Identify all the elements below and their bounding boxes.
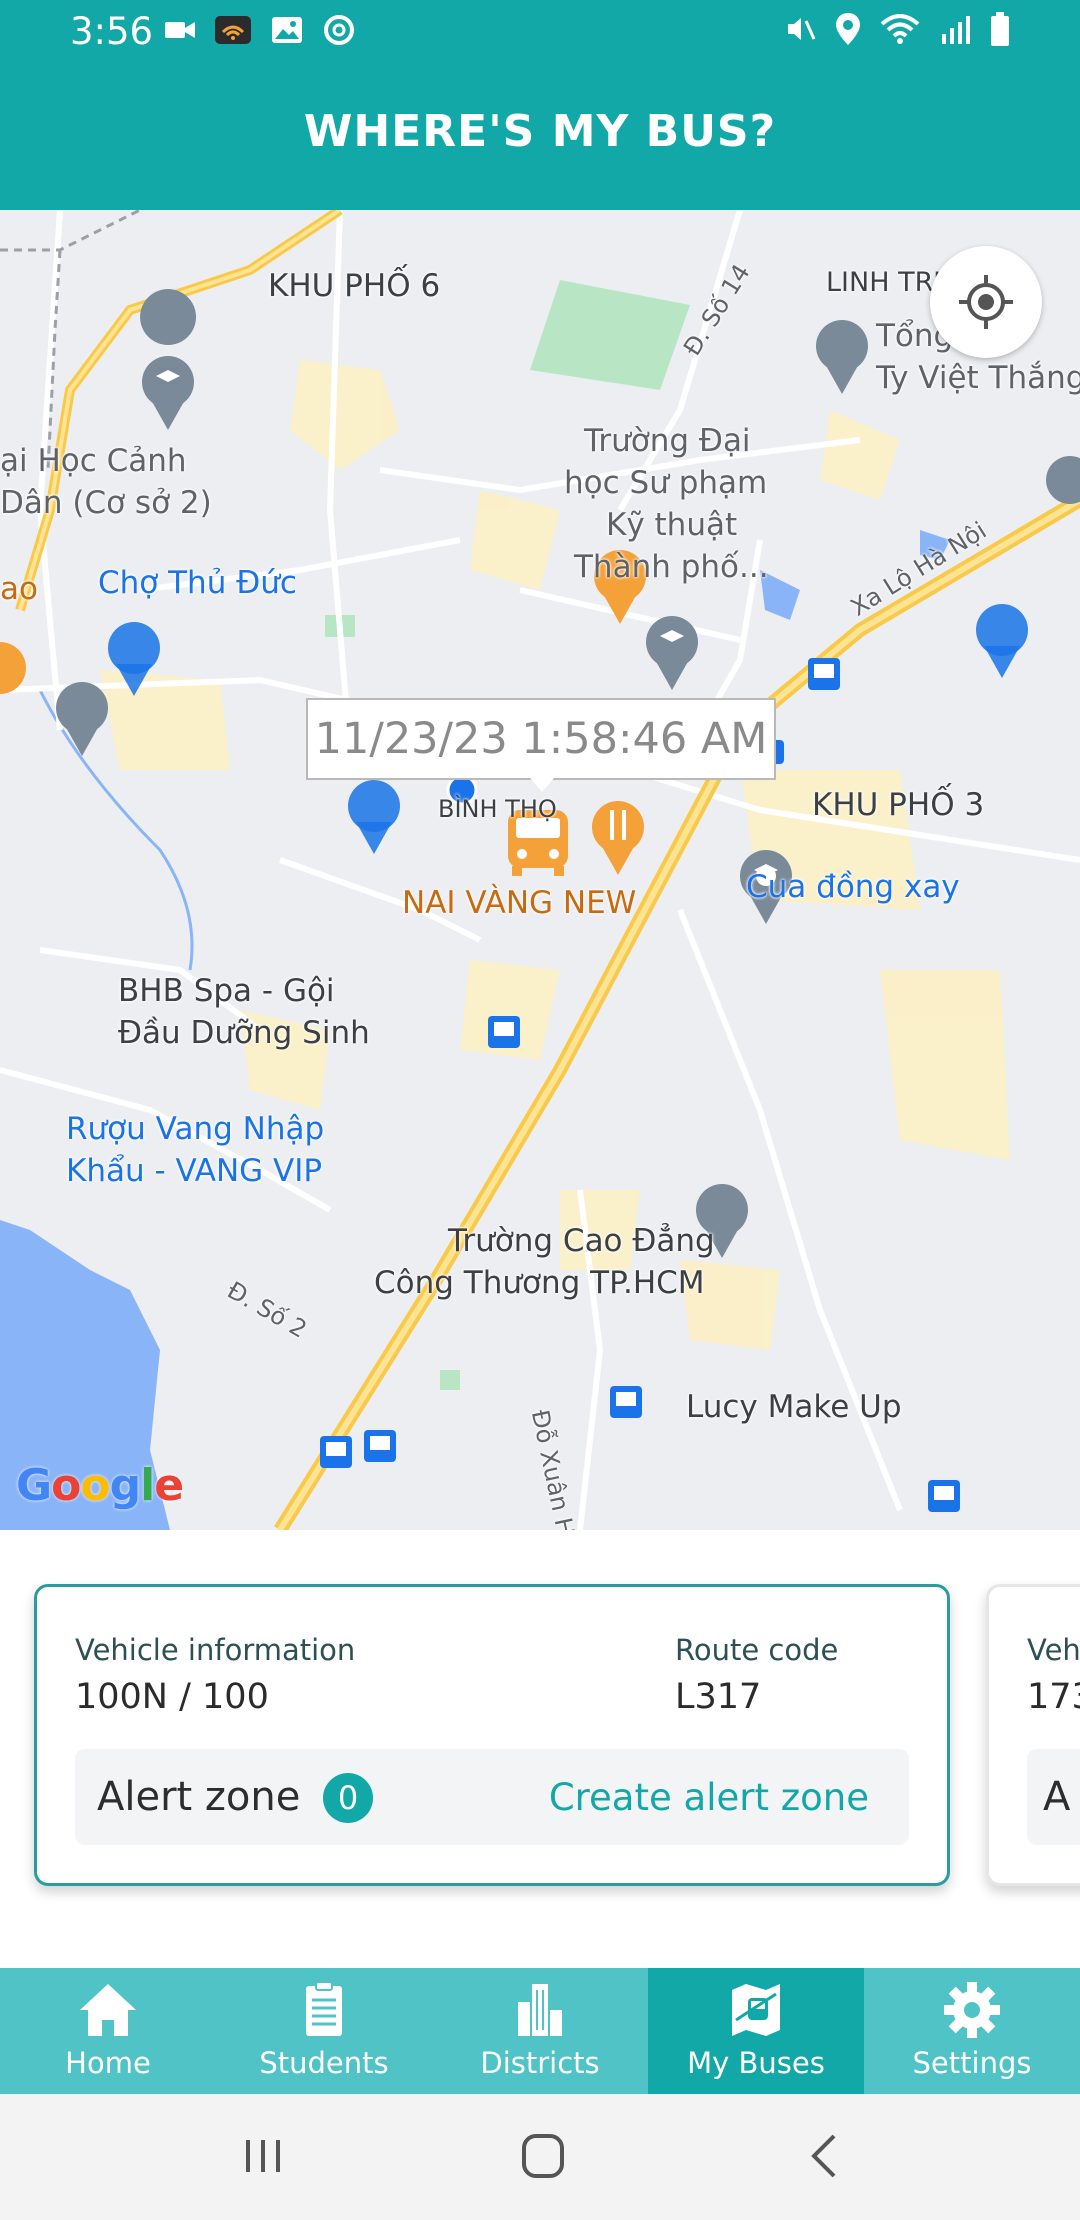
- status-time: 3:56: [70, 10, 154, 53]
- video-icon: [165, 22, 195, 38]
- status-bar: 3:56: [0, 0, 1080, 62]
- home-icon: [80, 1984, 136, 2036]
- my-location-button[interactable]: [930, 246, 1042, 358]
- buildings-icon: [518, 1984, 562, 2036]
- tab-label: Home: [65, 2046, 151, 2080]
- tab-label: My Buses: [687, 2046, 825, 2080]
- alert-zone-count-badge: 0: [323, 1773, 373, 1823]
- tab-label: Settings: [912, 2046, 1032, 2080]
- tab-students[interactable]: Students: [216, 1968, 432, 2094]
- map-label-canh-sat-2: Dân (Cơ sở 2): [0, 485, 212, 521]
- recents-icon[interactable]: [228, 2126, 298, 2186]
- vehicle-info-value: 100N / 100: [75, 1677, 269, 1717]
- map-label-binh-tho: BÌNH THỌ: [438, 795, 557, 823]
- map-label-tong-2: Ty Việt Thắng: [876, 360, 1080, 396]
- map-label-cho-thu-duc: Chợ Thủ Đức: [98, 565, 297, 601]
- mute-icon: [788, 18, 816, 40]
- wifi-hotspot-icon: [215, 16, 251, 44]
- map-label-khu-pho-3: KHU PHỐ 3: [812, 787, 985, 823]
- create-alert-zone-link[interactable]: Create alert zone: [549, 1776, 869, 1819]
- map-label-ao: ao: [0, 571, 38, 607]
- signal-icon: [942, 16, 970, 44]
- map-label-canh-sat-1: ại Học Cảnh: [0, 443, 187, 479]
- bus-time-tooltip: 11/23/23 1:58:46 AM: [306, 698, 776, 792]
- tab-label: Students: [259, 2046, 389, 2080]
- status-right-icons: [784, 12, 1010, 46]
- crosshair-icon: [959, 275, 1013, 329]
- vehicle-card[interactable]: Vehicle information 100N / 100 Route cod…: [34, 1584, 950, 1886]
- map-label-su-pham-4: Thành phố...: [574, 549, 769, 585]
- map-label-ruou-2: Khẩu - VANG VIP: [66, 1153, 323, 1189]
- app-header: WHERE'S MY BUS?: [0, 62, 1080, 210]
- location-icon: [836, 13, 860, 45]
- google-logo: Google: [16, 1460, 184, 1511]
- map-label-cao-dang-1: Trường Cao Đẳng: [448, 1223, 715, 1259]
- gear-icon: [944, 1982, 1000, 2038]
- alert-zone-label: Alert zone: [97, 1774, 301, 1820]
- tab-label: Districts: [480, 2046, 600, 2080]
- status-left-icons: [165, 14, 355, 46]
- page-title: WHERE'S MY BUS?: [303, 106, 777, 157]
- map-label-lucy: Lucy Make Up: [686, 1389, 902, 1425]
- route-code-value: L317: [675, 1677, 762, 1717]
- alert-zone-label: A: [1043, 1774, 1071, 1820]
- tab-my-buses[interactable]: My Buses: [648, 1968, 864, 2094]
- bus-name-label: NAI VÀNG NEW: [402, 885, 637, 921]
- battery-icon: [991, 12, 1009, 46]
- vehicle-info-label: Vehicle information: [75, 1633, 356, 1667]
- map-view[interactable]: KHU PHỐ 6 LINH TRU Tổng Ty Việt Thắng ại…: [0, 210, 1080, 1530]
- map-label-su-pham-3: Kỹ thuật: [606, 507, 738, 543]
- map-label-su-pham-1: Trường Đại: [584, 423, 751, 459]
- map-label-cua-dong-xay: Cua đồng xay: [746, 869, 960, 905]
- tab-home[interactable]: Home: [0, 1968, 216, 2094]
- map-label-khu-pho-6: KHU PHỐ 6: [268, 268, 441, 304]
- wifi-icon: [880, 14, 920, 44]
- vehicle-card-next[interactable]: Veh 173 A: [986, 1584, 1080, 1886]
- sync-icon: [324, 15, 354, 45]
- map-label-ruou-1: Rượu Vang Nhập: [66, 1111, 325, 1147]
- route-code-label: Route code: [675, 1633, 839, 1667]
- bus-map-icon: [732, 1984, 780, 2036]
- alert-zone-row: Alert zone 0 Create alert zone: [75, 1749, 909, 1845]
- home-button-icon[interactable]: [508, 2126, 578, 2186]
- tab-settings[interactable]: Settings: [864, 1968, 1080, 2094]
- map-label-bhb-2: Đầu Dưỡng Sinh: [118, 1015, 370, 1051]
- alert-zone-row: A: [1027, 1749, 1080, 1845]
- tab-districts[interactable]: Districts: [432, 1968, 648, 2094]
- vehicle-info-label: Veh: [1027, 1633, 1080, 1667]
- bottom-nav: Home Students Districts My Buses Setting…: [0, 1968, 1080, 2094]
- gallery-icon: [272, 17, 302, 43]
- vehicle-sheet: Vehicle information 100N / 100 Route cod…: [0, 1530, 1080, 1970]
- clipboard-icon: [306, 1981, 342, 2036]
- vehicle-info-value: 173: [1027, 1677, 1080, 1717]
- back-icon[interactable]: [790, 2126, 860, 2186]
- system-nav-bar: [0, 2094, 1080, 2220]
- map-label-cao-dang-2: Công Thương TP.HCM: [374, 1265, 705, 1301]
- map-label-su-pham-2: học Sư phạm: [564, 465, 768, 501]
- map-label-bhb-1: BHB Spa - Gội: [118, 973, 335, 1009]
